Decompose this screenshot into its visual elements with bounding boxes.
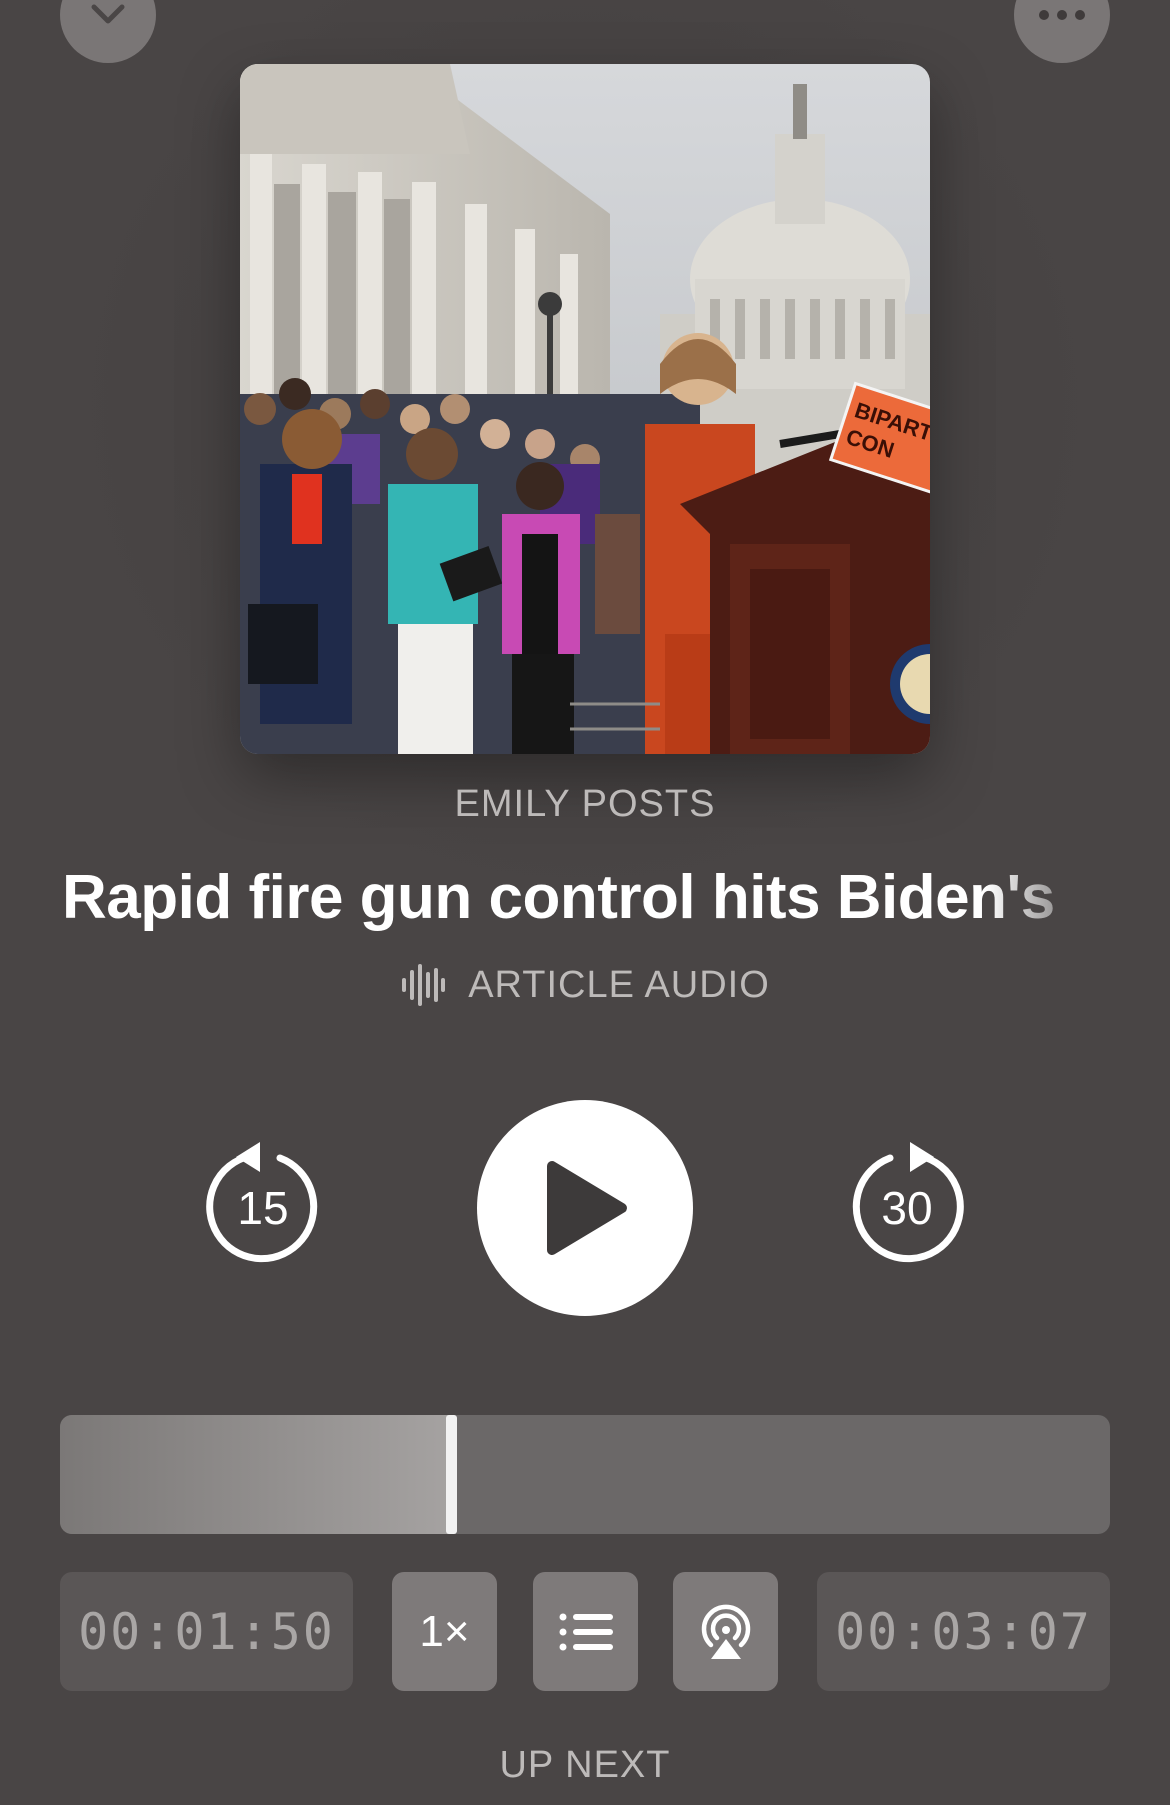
episode-artwork: BIPART CON	[240, 64, 930, 754]
publisher-name[interactable]: EMILY POSTS	[0, 783, 1170, 826]
source-label: ARTICLE AUDIO	[468, 963, 770, 1006]
playback-speed-button[interactable]: 1×	[392, 1572, 497, 1691]
skip-forward-label: 30	[881, 1182, 932, 1234]
skip-back-icon: 15	[206, 1142, 318, 1263]
airplay-button[interactable]	[673, 1572, 778, 1691]
list-icon	[559, 1613, 613, 1650]
skip-forward-button[interactable]: 30	[842, 1140, 972, 1270]
episode-title-container: Rapid fire gun control hits Biden's	[62, 858, 1112, 938]
skip-back-label: 15	[237, 1182, 288, 1234]
airplay-audio-icon	[701, 1604, 750, 1659]
playback-controls: 15 30	[0, 1100, 1170, 1316]
progress-handle[interactable]	[445, 1415, 457, 1534]
up-next-label[interactable]: UP NEXT	[0, 1744, 1170, 1787]
play-button[interactable]	[477, 1100, 693, 1316]
skip-forward-icon: 30	[852, 1142, 964, 1263]
remaining-time: 00:03:07	[817, 1572, 1110, 1691]
source-row: ARTICLE AUDIO	[0, 962, 1170, 1008]
waveform-icon	[402, 964, 446, 1006]
chevron-down-icon	[91, 4, 125, 24]
progress-fill	[60, 1415, 449, 1534]
queue-button[interactable]	[533, 1572, 638, 1691]
ellipsis-icon	[1039, 10, 1085, 20]
play-icon	[547, 1161, 627, 1255]
episode-title: Rapid fire gun control hits Biden's	[62, 863, 1055, 932]
skip-back-button[interactable]: 15	[198, 1140, 328, 1270]
elapsed-time: 00:01:50	[60, 1572, 353, 1691]
progress-scrubber[interactable]	[60, 1415, 1110, 1534]
